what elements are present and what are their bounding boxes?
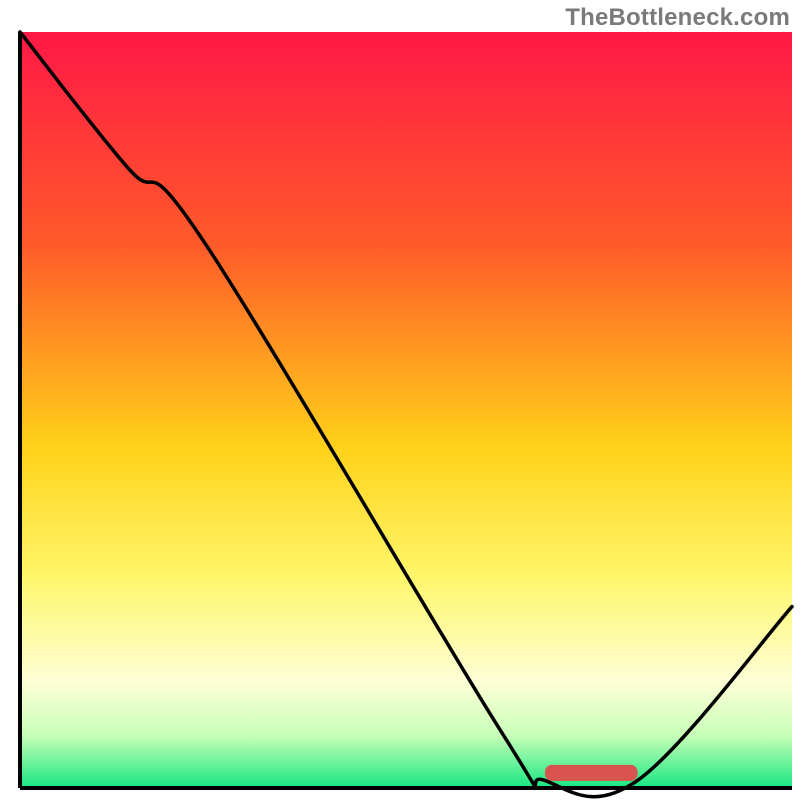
gradient-background	[20, 32, 792, 788]
target-marker	[545, 765, 638, 781]
bottleneck-chart	[0, 0, 800, 800]
chart-stage: TheBottleneck.com	[0, 0, 800, 800]
